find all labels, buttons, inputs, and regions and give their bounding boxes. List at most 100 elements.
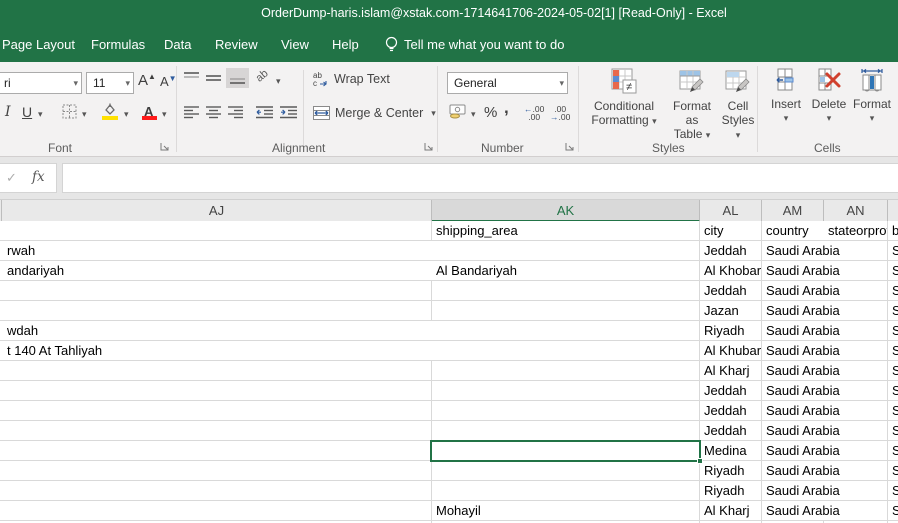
tab-help[interactable]: Help <box>332 37 359 52</box>
cell-an[interactable] <box>824 501 888 521</box>
cell-al[interactable]: Riyadh <box>700 321 762 341</box>
cell-al[interactable]: Medina <box>700 441 762 461</box>
cell-am[interactable]: Saudi Arabia <box>762 241 824 261</box>
cell-al[interactable]: Riyadh <box>700 461 762 481</box>
chevron-down-icon[interactable]: ▾ <box>471 109 476 120</box>
cell-an[interactable] <box>824 301 888 321</box>
cell-am[interactable]: Saudi Arabia <box>762 441 824 461</box>
cell-styles-button[interactable]: Cell Styles ▾ <box>718 68 758 142</box>
chevron-down-icon[interactable]: ▾ <box>276 76 281 87</box>
cell-edge[interactable]: S <box>888 401 898 421</box>
cell-edge[interactable]: S <box>888 261 898 281</box>
cell-edge[interactable]: S <box>888 361 898 381</box>
cell-al[interactable]: Jazan <box>700 301 762 321</box>
cell-ak[interactable] <box>432 481 700 501</box>
cell-aj[interactable] <box>0 501 432 521</box>
cell-al[interactable]: Riyadh <box>700 481 762 501</box>
fill-color-button[interactable] <box>102 103 118 120</box>
cell-edge[interactable]: S <box>888 281 898 301</box>
cell-aj[interactable] <box>0 221 432 241</box>
cell-am[interactable]: Saudi Arabia <box>762 281 824 301</box>
enter-check-icon[interactable]: ✓ <box>6 170 17 186</box>
decrease-font-size-button[interactable]: A▼ <box>160 74 177 89</box>
cell-am[interactable]: Saudi Arabia <box>762 341 824 361</box>
cell-aj[interactable]: t 140 At Tahliyah <box>0 341 432 361</box>
cell-am[interactable]: Saudi Arabia <box>762 301 824 321</box>
cell-al[interactable]: Al Khobar <box>700 261 762 281</box>
cell-ak[interactable] <box>432 421 700 441</box>
cell-edge[interactable]: S <box>888 501 898 521</box>
tab-review[interactable]: Review <box>215 37 258 52</box>
font-name-combo[interactable]: ri ▾ <box>0 72 82 94</box>
wrap-text-button[interactable]: abc Wrap Text <box>313 71 390 87</box>
tab-formulas[interactable]: Formulas <box>91 37 145 52</box>
percent-style-button[interactable]: % <box>484 104 497 121</box>
cell-am[interactable]: Saudi Arabia <box>762 361 824 381</box>
cell-edge[interactable]: S <box>888 381 898 401</box>
cell-ak[interactable] <box>432 241 700 261</box>
cell-al[interactable]: Jeddah <box>700 281 762 301</box>
cell-an[interactable] <box>824 281 888 301</box>
middle-align-button[interactable] <box>206 72 221 84</box>
cell-aj[interactable] <box>0 461 432 481</box>
cell-aj[interactable] <box>0 421 432 441</box>
conditional-formatting-button[interactable]: ≠ Conditional Formatting ▾ <box>585 68 663 128</box>
cell-aj[interactable]: rwah <box>0 241 432 261</box>
italic-button[interactable]: I <box>5 104 11 120</box>
format-as-table-button[interactable]: Format as Table ▾ <box>666 68 718 142</box>
cell-aj[interactable] <box>0 481 432 501</box>
cell-al[interactable]: Al Khubar <box>700 341 762 361</box>
cell-al[interactable]: Jeddah <box>700 241 762 261</box>
increase-indent-button[interactable] <box>280 106 297 118</box>
cell-am[interactable]: Saudi Arabia <box>762 321 824 341</box>
top-align-button[interactable] <box>184 72 199 84</box>
cell-aj[interactable] <box>0 381 432 401</box>
cell-al[interactable]: Al Kharj <box>700 361 762 381</box>
cell-ak[interactable] <box>432 341 700 361</box>
decrease-indent-button[interactable] <box>256 106 273 118</box>
cell-edge[interactable]: S <box>888 341 898 361</box>
chevron-down-icon[interactable]: ▾ <box>38 109 43 120</box>
cell-ak[interactable]: shipping_area <box>432 221 700 241</box>
chevron-down-icon[interactable]: ▾ <box>162 109 167 120</box>
underline-button[interactable]: U <box>22 104 32 120</box>
cell-an[interactable] <box>824 381 888 401</box>
cell-ak[interactable]: Al Bandariyah <box>432 261 700 281</box>
cell-edge[interactable]: S <box>888 301 898 321</box>
delete-cells-button[interactable]: Delete ▾ <box>808 68 850 125</box>
comma-style-button[interactable]: , <box>504 98 509 118</box>
column-header-partial-right[interactable] <box>888 200 898 222</box>
cell-aj[interactable] <box>0 441 432 461</box>
align-right-button[interactable] <box>228 106 243 118</box>
cell-ak[interactable] <box>432 381 700 401</box>
cell-aj[interactable] <box>0 401 432 421</box>
formula-input[interactable] <box>62 163 898 193</box>
cell-al[interactable]: Al Kharj <box>700 501 762 521</box>
cell-edge[interactable]: S <box>888 321 898 341</box>
cell-ak[interactable] <box>432 301 700 321</box>
cell-aj[interactable] <box>0 301 432 321</box>
cell-am[interactable]: Saudi Arabia <box>762 261 824 281</box>
cell-am[interactable]: country <box>762 221 824 241</box>
cell-an[interactable] <box>824 241 888 261</box>
number-dialog-launcher-icon[interactable] <box>565 142 575 152</box>
font-dialog-launcher-icon[interactable] <box>160 142 170 152</box>
cell-an[interactable] <box>824 481 888 501</box>
cell-an[interactable] <box>824 341 888 361</box>
insert-cells-button[interactable]: Insert ▾ <box>766 68 806 125</box>
cell-al[interactable]: Jeddah <box>700 381 762 401</box>
cell-edge[interactable]: S <box>888 481 898 501</box>
cell-am[interactable]: Saudi Arabia <box>762 481 824 501</box>
cell-an[interactable] <box>824 401 888 421</box>
increase-font-size-button[interactable]: A▲ <box>138 72 156 89</box>
borders-button[interactable] <box>62 104 77 119</box>
cell-am[interactable]: Saudi Arabia <box>762 501 824 521</box>
cell-al[interactable]: Jeddah <box>700 401 762 421</box>
format-cells-button[interactable]: Format ▾ <box>850 68 894 125</box>
cell-ak[interactable] <box>432 461 700 481</box>
cell-al[interactable]: Jeddah <box>700 421 762 441</box>
cell-an[interactable] <box>824 421 888 441</box>
cell-an[interactable] <box>824 361 888 381</box>
cell-am[interactable]: Saudi Arabia <box>762 401 824 421</box>
cell-edge[interactable]: S <box>888 441 898 461</box>
